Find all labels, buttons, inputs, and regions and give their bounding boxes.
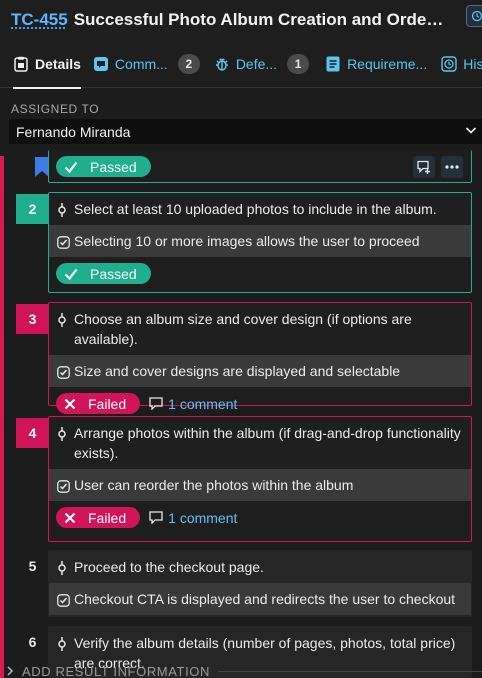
tab-defects[interactable]: Defe... 1: [214, 40, 315, 88]
divider: [218, 670, 482, 672]
step-expected-result: Checkout CTA is displayed and redirects …: [49, 583, 471, 615]
comment-count-badge: 2: [177, 53, 200, 74]
assignee-select[interactable]: Fernando Miranda: [9, 119, 482, 144]
step-card-3: Choose an album size and cover design (i…: [48, 302, 472, 414]
step-expected-result: User can reorder the photos within the a…: [49, 469, 471, 501]
step-action-icon: [57, 202, 70, 217]
close-icon: [64, 512, 76, 523]
tab-comments[interactable]: Comm... 2: [93, 40, 206, 88]
add-result-information-label: ADD RESULT INFORMATION: [22, 663, 210, 678]
step-action: Select at least 10 uploaded photos to in…: [49, 193, 471, 225]
status-rail: [0, 156, 4, 678]
assignee-value: Fernando Miranda: [16, 123, 131, 140]
check-icon: [64, 268, 78, 280]
step-number-5: 5: [28, 558, 37, 574]
test-case-id-link[interactable]: TC-455: [11, 10, 68, 30]
tab-bar: Details Comm... 2 Defe... 1 Requireme...…: [0, 40, 482, 89]
step-action-icon: [57, 636, 70, 651]
step-expected-result: Size and cover designs are displayed and…: [49, 355, 471, 387]
bug-icon: [214, 56, 230, 72]
bookmark-icon: [35, 157, 49, 180]
chevron-down-icon: [464, 123, 478, 140]
add-comment-icon[interactable]: [413, 156, 435, 178]
document-icon: [325, 56, 341, 72]
step-action-icon: [57, 560, 70, 575]
history-icon: [441, 55, 457, 72]
step-1-status-badge[interactable]: Passed: [56, 156, 151, 177]
step-expected-result: Selecting 10 or more images allows the u…: [49, 225, 471, 257]
step-card-5: Proceed to the checkout page. Checkout C…: [48, 550, 472, 617]
step-3-status-badge[interactable]: Failed: [56, 393, 141, 414]
check-circle-icon: [57, 234, 70, 249]
clipboard-icon: [13, 56, 29, 72]
comment-icon: [149, 397, 163, 410]
step-4-comment-link[interactable]: 1 comment: [149, 510, 237, 526]
step-number-2: 2: [16, 194, 49, 224]
step-card-2: Select at least 10 uploaded photos to in…: [48, 192, 472, 293]
comment-icon: [149, 511, 163, 524]
defect-count-badge: 1: [287, 53, 310, 74]
check-circle-icon: [57, 478, 70, 493]
tab-history[interactable]: Hist...: [441, 40, 482, 88]
step-number-6: 6: [28, 634, 37, 650]
add-result-information-toggle[interactable]: ADD RESULT INFORMATION: [0, 664, 482, 678]
tab-requirements[interactable]: Requireme...: [325, 40, 433, 88]
step-2-status-badge[interactable]: Passed: [56, 263, 151, 284]
step-action: Proceed to the checkout page.: [49, 551, 471, 583]
step-action-icon: [57, 312, 70, 327]
history-icon[interactable]: [466, 5, 482, 27]
check-circle-icon: [57, 592, 70, 607]
test-case-title: Successful Photo Album Creation and Orde…: [73, 10, 446, 29]
check-icon: [64, 161, 78, 173]
step-4-status-badge[interactable]: Failed: [56, 507, 141, 528]
comment-icon: [93, 56, 109, 72]
step-number-4: 4: [16, 418, 49, 448]
more-options-icon[interactable]: [441, 156, 463, 178]
tab-details[interactable]: Details: [13, 40, 87, 89]
assigned-to-label: ASSIGNED TO: [11, 102, 100, 116]
check-circle-icon: [57, 364, 70, 379]
step-action: Arrange photos within the album (if drag…: [49, 417, 471, 469]
test-case-header: TC-455 Successful Photo Album Creation a…: [0, 0, 482, 40]
step-card-4: Arrange photos within the album (if drag…: [48, 416, 472, 542]
step-action-icon: [57, 426, 70, 441]
step-3-comment-link[interactable]: 1 comment: [149, 396, 237, 412]
close-icon: [64, 398, 76, 409]
step-card-1: Passed: [48, 150, 472, 183]
step-number-3: 3: [16, 304, 49, 334]
chevron-right-icon: [6, 664, 14, 678]
step-action: Choose an album size and cover design (i…: [49, 303, 471, 355]
